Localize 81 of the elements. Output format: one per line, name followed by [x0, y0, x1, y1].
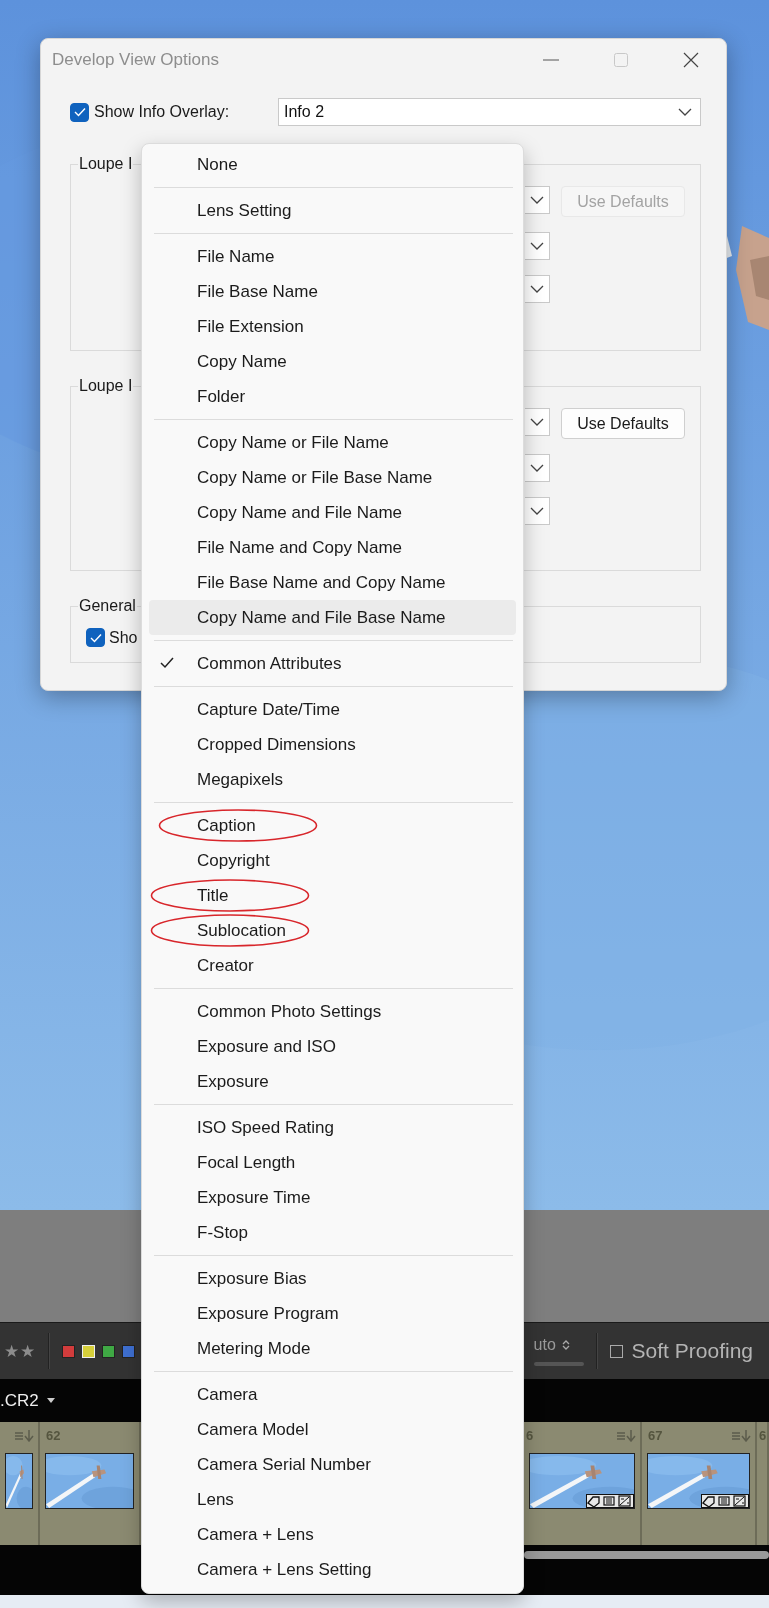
menu-item[interactable]: Title [149, 878, 516, 913]
menu-item[interactable]: File Name and Copy Name [149, 530, 516, 565]
dropdown-field[interactable] [525, 275, 550, 303]
menu-item[interactable]: None [149, 147, 516, 182]
chevron-down-icon [530, 285, 544, 293]
menu-item[interactable]: Exposure and ISO [149, 1029, 516, 1064]
check-icon [73, 107, 86, 117]
dropdown-field[interactable] [525, 186, 550, 214]
menu-item[interactable]: Sublocation [149, 913, 516, 948]
menu-item[interactable]: ISO Speed Rating [149, 1110, 516, 1145]
color-label-swatch[interactable] [62, 1344, 75, 1358]
menu-item[interactable]: File Name [149, 239, 516, 274]
chevron-down-icon [530, 418, 544, 426]
sort-arrow-icon[interactable] [617, 1430, 637, 1442]
color-label-swatch[interactable] [102, 1344, 115, 1358]
scrollbar[interactable] [524, 1551, 769, 1559]
caret-icon[interactable] [46, 1398, 55, 1403]
dropdown-field[interactable] [525, 232, 550, 260]
overlay-dropdown[interactable]: Info 2 [278, 98, 701, 126]
menu-item[interactable]: Common Attributes [149, 646, 516, 681]
auto-label: uto [533, 1336, 556, 1354]
menu-item[interactable]: Exposure Time [149, 1180, 516, 1215]
check-icon [89, 632, 102, 643]
rating-stars[interactable]: ★★ [0, 1340, 36, 1362]
menu-item[interactable]: Cropped Dimensions [149, 727, 516, 762]
menu-item[interactable]: Copy Name and File Base Name [149, 600, 516, 635]
window-title: Develop View Options [51, 50, 219, 70]
menu-item[interactable]: Common Photo Settings [149, 994, 516, 1029]
menu-item[interactable]: Exposure [149, 1064, 516, 1099]
menu-item[interactable]: File Extension [149, 309, 516, 344]
menu-item[interactable]: Copy Name or File Name [149, 425, 516, 460]
checkbox[interactable] [86, 628, 105, 647]
menu-item[interactable]: Camera + Lens [149, 1517, 516, 1552]
filmstrip-cell[interactable] [0, 1422, 40, 1545]
menu-item[interactable]: File Base Name and Copy Name [149, 565, 516, 600]
thumbnail-badges-drawing [701, 1494, 749, 1508]
color-label-swatch[interactable] [122, 1344, 135, 1358]
close-icon [683, 52, 699, 68]
menu-item[interactable]: Copy Name [149, 344, 516, 379]
menu-item[interactable]: Camera Serial Number [149, 1447, 516, 1482]
menu-item[interactable]: Caption [149, 808, 516, 843]
dropdown-field[interactable] [525, 454, 550, 482]
menu-item[interactable]: Capture Date/Time [149, 692, 516, 727]
dropdown-field[interactable] [525, 497, 550, 525]
menu-item[interactable]: Lens [149, 1482, 516, 1517]
checkbox-label: Sho [109, 628, 138, 647]
group-label: Loupe I [78, 377, 134, 395]
chevron-down-icon [678, 108, 692, 116]
soft-proofing-checkbox[interactable] [609, 1344, 623, 1358]
menu-item[interactable]: Copy Name or File Base Name [149, 460, 516, 495]
chevron-down-icon [530, 196, 544, 204]
menu-item[interactable]: Lens Setting [149, 193, 516, 228]
group-label: Loupe I [78, 155, 134, 173]
menu-item[interactable]: Camera [149, 1377, 516, 1412]
chevron-down-icon [530, 242, 544, 250]
soft-proofing-label: Soft Proofing [631, 1339, 753, 1363]
stepper-arrows-icon[interactable] [561, 1339, 570, 1351]
chevron-down-icon [530, 507, 544, 515]
menu-item[interactable]: Camera Model [149, 1412, 516, 1447]
menu-item[interactable]: Folder [149, 379, 516, 414]
menu-item[interactable]: Metering Mode [149, 1331, 516, 1366]
checkbox-label: Show Info Overlay: [94, 103, 230, 121]
use-defaults-button[interactable]: Use Defaults [561, 408, 685, 439]
menu-item[interactable]: Megapixels [149, 762, 516, 797]
menu-item[interactable]: Copyright [149, 843, 516, 878]
menu-item[interactable]: F-Stop [149, 1215, 516, 1250]
menu-item[interactable]: Exposure Bias [149, 1261, 516, 1296]
sort-arrow-icon[interactable] [732, 1430, 752, 1442]
dropdown-field[interactable] [525, 408, 550, 436]
file-path-label[interactable]: .CR2 [0, 1390, 39, 1411]
thumbnail-badges-drawing [586, 1494, 634, 1508]
menu-item[interactable]: Focal Length [149, 1145, 516, 1180]
menu-item[interactable]: File Base Name [149, 274, 516, 309]
chevron-down-icon [530, 464, 544, 472]
checkbox[interactable] [70, 102, 89, 122]
menu-item[interactable]: Exposure Program [149, 1296, 516, 1331]
menu-item[interactable]: Creator [149, 948, 516, 983]
sort-arrow-icon[interactable] [15, 1430, 35, 1442]
minimize-icon [543, 59, 559, 61]
menu-item[interactable]: Copy Name and File Name [149, 495, 516, 530]
maximize-icon [614, 53, 628, 67]
